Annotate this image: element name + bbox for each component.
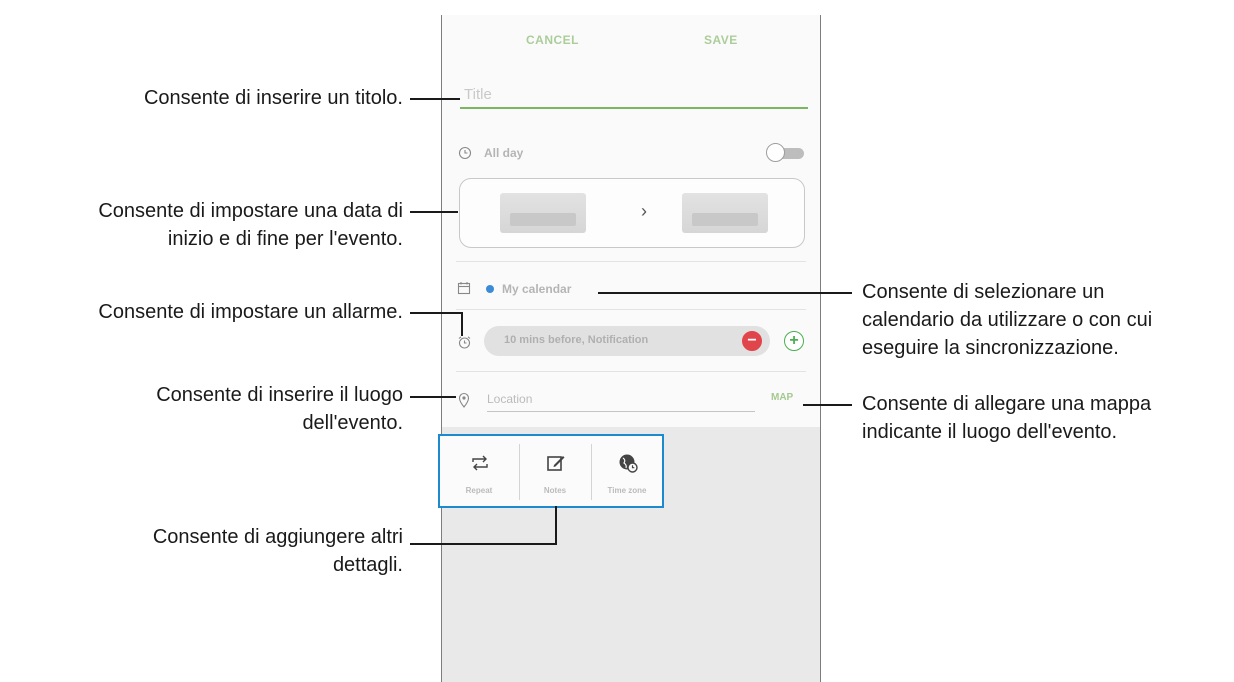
calendar-color-dot (486, 285, 494, 293)
repeat-label: Repeat (465, 486, 493, 495)
notes-label: Notes (543, 486, 567, 495)
clock-icon (458, 146, 472, 160)
annotation-alarm: Consente di impostare un allarme. (98, 301, 403, 323)
annotation-map-line1: Consente di allegare una mappa (862, 393, 1152, 415)
map-button[interactable]: MAP (771, 392, 793, 403)
add-reminder-button[interactable]: + (784, 331, 804, 351)
annotation-location-line2: dell'evento. (302, 412, 403, 434)
time-zone-button[interactable]: Time zone (591, 440, 663, 504)
leader-line (555, 506, 557, 545)
leader-line (410, 312, 463, 314)
date-arrow: › (641, 201, 647, 221)
all-day-label: All day (484, 146, 524, 160)
all-day-toggle[interactable] (766, 143, 804, 163)
toggle-knob (766, 143, 785, 162)
annotation-title: Consente di inserire un titolo. (143, 87, 403, 109)
location-input[interactable]: Location (487, 387, 755, 412)
time-zone-label: Time zone (607, 486, 647, 495)
event-form: CANCEL SAVE Title All day › My calendar (442, 15, 820, 427)
leader-line (598, 292, 852, 294)
notes-icon (547, 456, 565, 471)
annotation-map-line2: indicante il luogo dell'evento. (862, 421, 1118, 443)
annotation-location-line1: Consente di inserire il luogo (156, 384, 403, 406)
end-date[interactable] (682, 193, 768, 233)
annotation-calendar-line1: Consente di selezionare un (862, 281, 1105, 303)
title-input[interactable]: Title (460, 83, 808, 109)
divider (456, 309, 806, 310)
remove-reminder-button[interactable]: − (742, 331, 762, 351)
details-options-bar: Repeat Notes Time zone (438, 434, 664, 508)
time-zone-icon (619, 454, 638, 473)
divider (456, 261, 806, 262)
annotation-dates-line2: inizio e di fine per l'evento. (167, 228, 403, 250)
leader-line (410, 98, 460, 100)
repeat-icon (472, 455, 488, 471)
cancel-button[interactable]: CANCEL (526, 29, 579, 51)
calendar-label[interactable]: My calendar (502, 282, 571, 296)
alarm-clock-icon (458, 336, 471, 349)
reminder-label: 10 mins before, Notification (504, 334, 649, 346)
location-pin-icon (458, 392, 470, 408)
leader-line (803, 404, 852, 406)
notes-button[interactable]: Notes (519, 440, 591, 504)
leader-line (410, 543, 557, 545)
leader-line (461, 312, 463, 336)
leader-line (410, 211, 458, 213)
annotation-calendar-line3: eseguire la sincronizzazione. (862, 337, 1119, 359)
date-range-picker[interactable]: › (459, 178, 805, 248)
save-button[interactable]: SAVE (704, 29, 738, 51)
start-date[interactable] (500, 193, 586, 233)
annotation-dates-line1: Consente di impostare una data di (98, 200, 403, 222)
divider (456, 371, 806, 372)
leader-line (410, 396, 456, 398)
annotation-details-line1: Consente di aggiungere altri (152, 526, 403, 548)
phone-screen: CANCEL SAVE Title All day › My calendar (441, 15, 821, 682)
annotation-calendar-line2: calendario da utilizzare o con cui (862, 309, 1153, 331)
annotation-details-line2: dettagli. (332, 554, 403, 576)
repeat-button[interactable]: Repeat (443, 440, 515, 504)
reminder-selector[interactable]: 10 mins before, Notification (484, 326, 770, 356)
calendar-icon (457, 282, 471, 295)
